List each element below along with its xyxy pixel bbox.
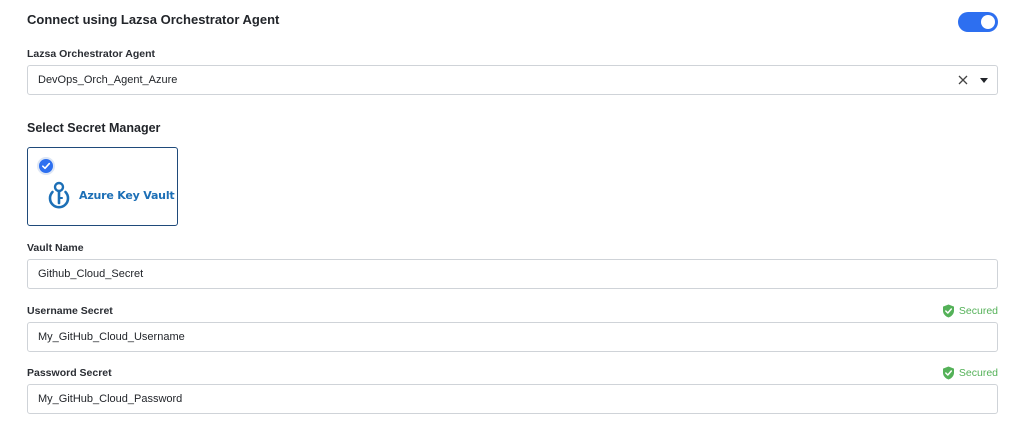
agent-select-value: DevOps_Orch_Agent_Azure: [38, 74, 178, 86]
toggle-knob: [981, 15, 995, 29]
vault-name-value: Github_Cloud_Secret: [38, 268, 144, 280]
username-secured-text: Secured: [958, 305, 998, 317]
shield-check-icon: [942, 304, 954, 318]
vault-name-label: Vault Name: [27, 242, 84, 254]
username-secured-badge: Secured: [942, 304, 998, 318]
password-secret-value: My_GitHub_Cloud_Password: [38, 393, 183, 405]
key-vault-icon: [48, 181, 70, 209]
password-secret-label: Password Secret: [27, 367, 112, 379]
password-secured-badge: Secured: [942, 366, 998, 380]
agent-label: Lazsa Orchestrator Agent: [27, 48, 155, 60]
azure-key-vault-option[interactable]: Azure Key Vault: [27, 147, 178, 226]
agent-select[interactable]: DevOps_Orch_Agent_Azure: [27, 65, 998, 95]
vault-option-label: Azure Key Vault: [79, 189, 175, 202]
username-secret-label: Username Secret: [27, 305, 113, 317]
shield-check-icon: [942, 366, 954, 380]
page: Connect using Lazsa Orchestrator Agent L…: [0, 0, 1023, 421]
username-secret-value: My_GitHub_Cloud_Username: [38, 331, 185, 343]
password-secret-input[interactable]: My_GitHub_Cloud_Password: [27, 384, 998, 414]
connect-agent-toggle[interactable]: [958, 12, 998, 32]
secret-manager-title: Select Secret Manager: [27, 121, 161, 135]
username-secret-input[interactable]: My_GitHub_Cloud_Username: [27, 322, 998, 352]
close-icon[interactable]: [957, 74, 969, 86]
password-secured-text: Secured: [958, 367, 998, 379]
check-icon: [37, 157, 55, 175]
chevron-down-icon[interactable]: [980, 78, 988, 83]
connect-agent-title: Connect using Lazsa Orchestrator Agent: [27, 12, 280, 27]
vault-name-input[interactable]: Github_Cloud_Secret: [27, 259, 998, 289]
